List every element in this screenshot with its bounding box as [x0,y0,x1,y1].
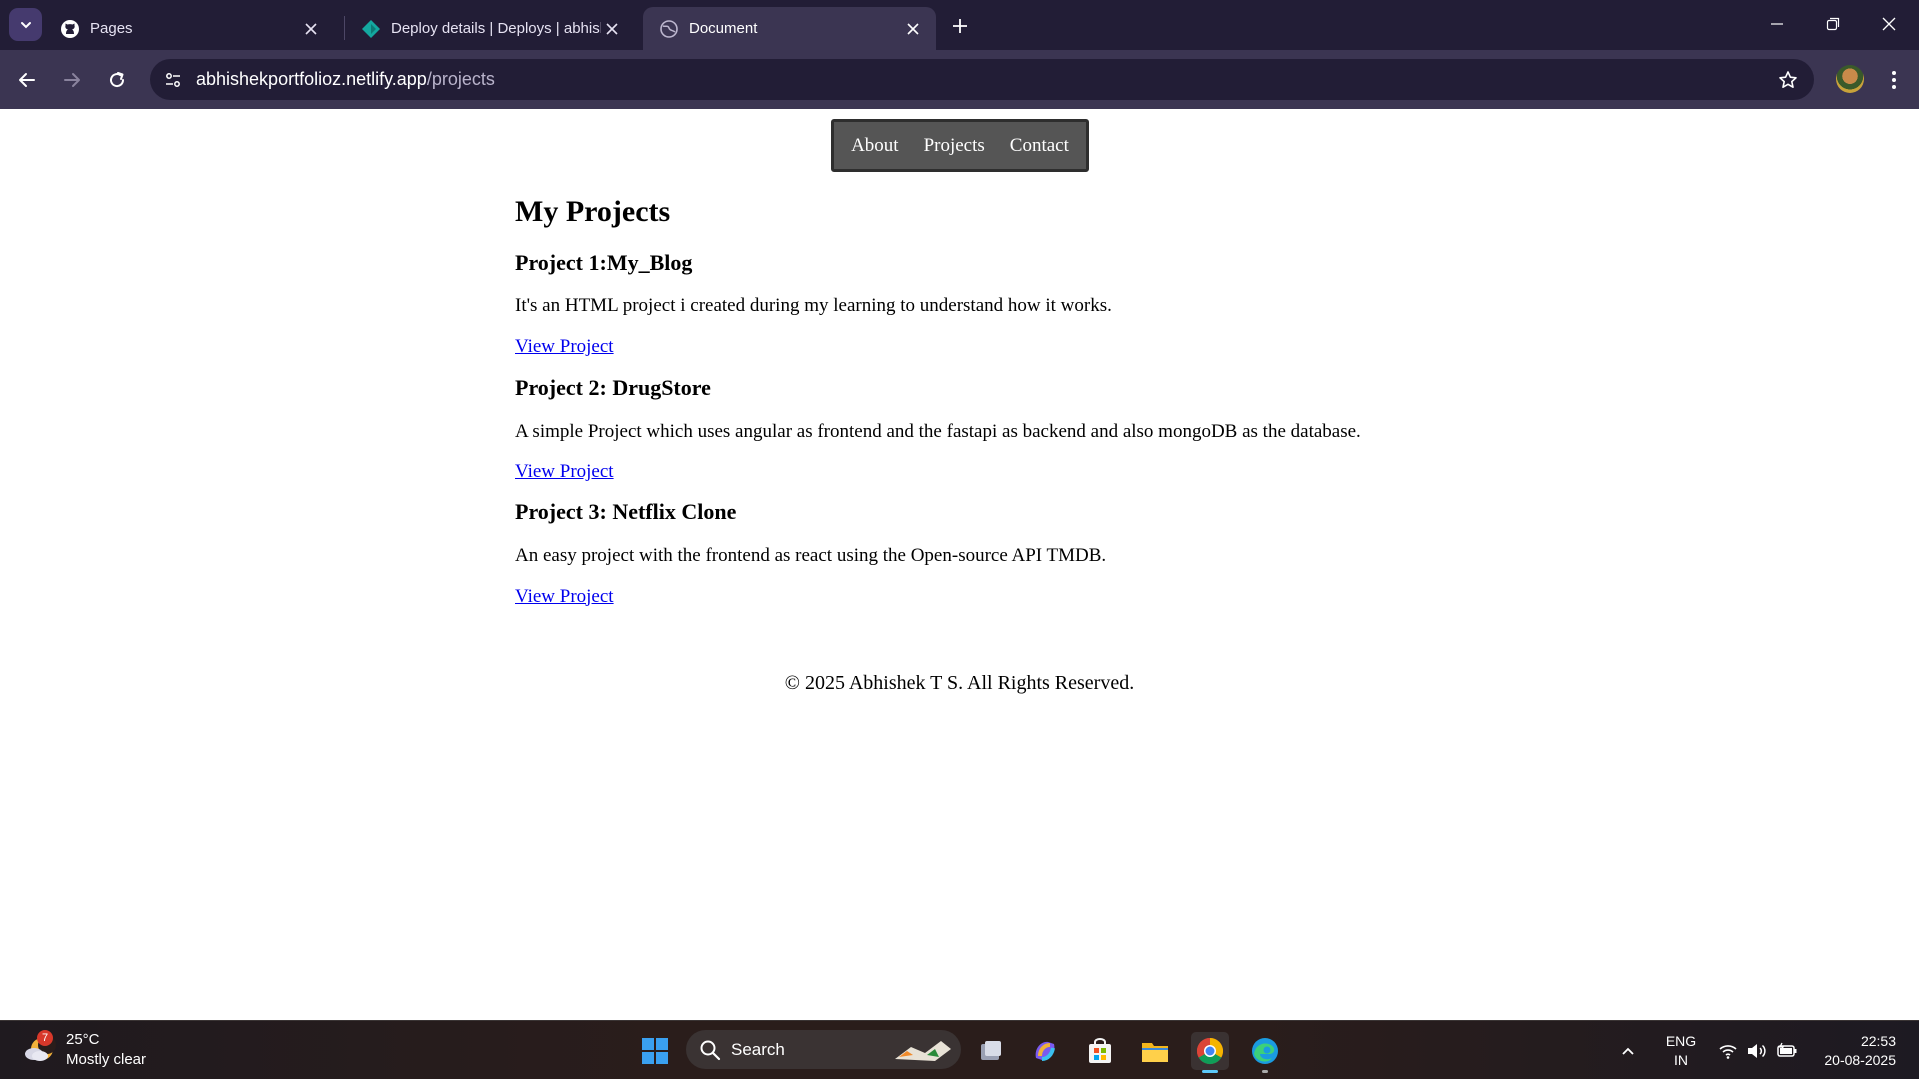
file-explorer-icon[interactable] [1136,1032,1174,1070]
language-indicator[interactable]: ENG IN [1664,1032,1698,1070]
taskbar-search-box[interactable]: Search [686,1030,961,1069]
close-icon [1882,17,1896,31]
tab-deploy-details[interactable]: Deploy details | Deploys | abhishekportf… [345,7,635,50]
battery-charging-icon [1777,1042,1797,1057]
weather-description: Mostly clear [66,1051,147,1068]
url-path: /projects [426,69,495,89]
search-icon [700,1040,721,1060]
tab-strip: Pages Deploy details | Deploys | abhishe… [0,0,1919,50]
chrome-taskbar-icon[interactable] [1191,1032,1229,1073]
weather-widget[interactable]: 7 25°C Mostly clear [22,1030,146,1070]
language-code: ENG [1665,1033,1697,1049]
back-button[interactable] [11,64,43,96]
microsoft-store-icon[interactable] [1081,1032,1119,1070]
clock-date: 20-08-2025 [1824,1052,1896,1068]
task-view-icon[interactable] [972,1032,1010,1070]
minimize-icon [1771,23,1783,25]
plus-icon [953,19,967,33]
address-bar[interactable]: abhishekportfolioz.netlify.app/projects [150,59,1814,100]
weather-moon-cloud-icon: 7 [22,1030,58,1068]
forward-button[interactable] [56,64,88,96]
weather-temperature: 25°C [66,1031,100,1048]
chevron-up-icon [1622,1047,1634,1055]
system-clock[interactable]: 22:53 20-08-2025 [1816,1032,1896,1070]
view-project-link[interactable]: View Project [515,336,614,357]
minimize-button[interactable] [1754,4,1800,44]
restore-icon [1826,17,1840,31]
search-highlight-icon [895,1040,951,1061]
close-tab-icon[interactable] [601,18,623,40]
bookmark-star-icon[interactable] [1776,68,1800,92]
url-text[interactable]: abhishekportfolioz.netlify.app/projects [196,69,495,90]
github-icon [60,19,80,39]
nav-projects-link[interactable]: Projects [924,135,985,157]
project-title: Project 2: DrugStore [515,375,711,401]
tab-search-button[interactable] [9,8,42,41]
weather-badge: 7 [37,1030,53,1046]
start-button[interactable] [636,1032,674,1070]
close-window-button[interactable] [1866,4,1912,44]
project-description: A simple Project which uses angular as f… [515,420,1361,442]
tab-title: Deploy details | Deploys | abhishekportf… [391,20,601,37]
more-vert-icon [1892,71,1896,89]
site-navbar: About Projects Contact [831,119,1089,172]
view-project-link[interactable]: View Project [515,586,614,607]
region-code: IN [1674,1052,1688,1068]
copilot-icon[interactable] [1026,1032,1064,1070]
globe-icon [659,19,679,39]
view-project-link[interactable]: View Project [515,461,614,482]
site-info-button[interactable] [158,65,187,94]
page-viewport: About Projects Contact My Projects Proje… [0,109,1919,1020]
nav-about-link[interactable]: About [851,135,899,157]
windows-taskbar: 7 25°C Mostly clear Search ENG IN 22:53 … [0,1020,1919,1079]
profile-avatar[interactable] [1836,65,1864,93]
browser-toolbar: abhishekportfolioz.netlify.app/projects [0,50,1919,109]
close-tab-icon[interactable] [300,18,322,40]
project-title: Project 3: Netflix Clone [515,499,737,525]
tab-title: Document [689,20,758,37]
page-title: My Projects [515,195,671,228]
active-indicator [1202,1070,1218,1073]
tab-title: Pages [90,20,133,37]
tray-overflow-button[interactable] [1620,1021,1636,1079]
restore-button[interactable] [1810,4,1856,44]
footer-copyright: © 2025 Abhishek T S. All Rights Reserved… [784,672,1135,694]
nav-contact-link[interactable]: Contact [1010,135,1069,157]
search-label: Search [731,1039,785,1059]
running-indicator [1262,1070,1268,1073]
volume-icon [1748,1043,1766,1058]
browser-menu-button[interactable] [1880,64,1908,96]
tab-document[interactable]: Document [643,7,936,50]
arrow-right-icon [64,73,80,87]
clock-time: 22:53 [1860,1033,1896,1049]
chevron-down-icon [20,21,31,28]
edge-icon[interactable] [1246,1032,1284,1073]
reload-icon [110,72,125,88]
arrow-left-icon [19,73,35,87]
url-domain: abhishekportfolioz.netlify.app [196,69,427,89]
projects-section: My Projects Project 1:My_Blog It's an HT… [515,194,1475,608]
reload-button[interactable] [101,64,133,96]
netlify-icon [361,19,381,39]
project-title: Project 1:My_Blog [515,250,693,275]
tune-icon [165,72,180,87]
close-tab-icon[interactable] [902,18,924,40]
tab-pages[interactable]: Pages [44,7,334,50]
windows-logo-icon [642,1038,668,1064]
system-status-icons[interactable] [1718,1021,1798,1079]
new-tab-button[interactable] [946,12,974,40]
project-description: It's an HTML project i created during my… [515,295,1112,317]
project-description: An easy project with the frontend as rea… [515,544,1107,566]
wifi-icon [1719,1044,1737,1059]
